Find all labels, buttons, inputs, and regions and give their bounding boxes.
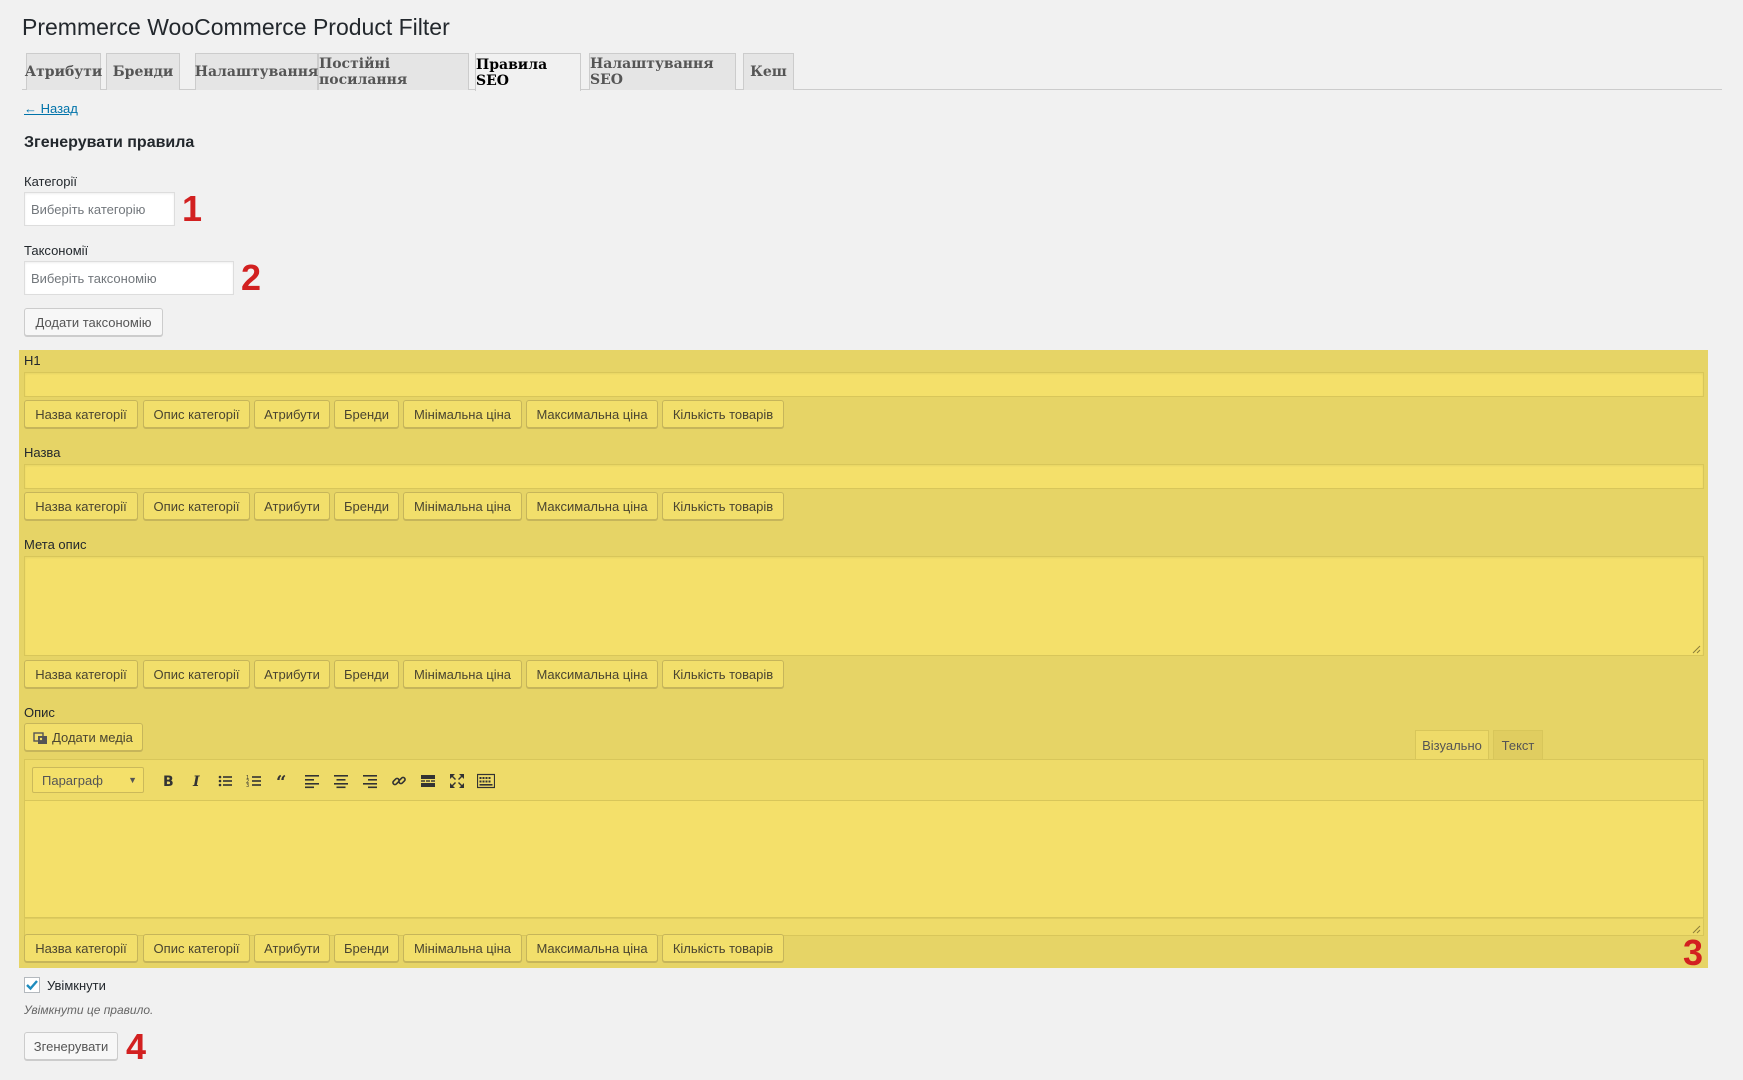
enable-description: Увімкнути це правило. (24, 1003, 154, 1017)
blockquote-icon[interactable]: “ (271, 769, 295, 793)
tag-category-name-button[interactable]: Назва категорії (24, 934, 138, 962)
tag-brands-button[interactable]: Бренди (334, 660, 399, 688)
svg-text:B: B (163, 774, 174, 789)
tab-cache[interactable]: Кеш (743, 53, 794, 90)
enable-label: Увімкнути (47, 978, 106, 993)
tag-max-price-button[interactable]: Максимальна ціна (526, 492, 658, 520)
visual-tab[interactable]: Візуально (1415, 730, 1489, 759)
meta-description-textarea[interactable] (24, 556, 1704, 656)
add-taxonomy-button[interactable]: Додати таксономію (24, 308, 163, 336)
categories-input[interactable] (24, 192, 175, 226)
tag-category-name-button[interactable]: Назва категорії (24, 400, 138, 428)
svg-text:I: I (192, 774, 200, 789)
tag-brands-button[interactable]: Бренди (334, 934, 399, 962)
annotation-2: 2 (241, 257, 262, 298)
tag-attributes-button[interactable]: Атрибути (254, 660, 330, 688)
categories-label: Категорії (24, 174, 77, 189)
page: Premmerce WooCommerce Product Filter Атр… (0, 0, 1743, 1080)
app-title: Premmerce WooCommerce Product Filter (22, 14, 450, 40)
tag-attributes-button[interactable]: Атрибути (254, 400, 330, 428)
align-left-icon[interactable] (300, 769, 324, 793)
tag-product-count-button[interactable]: Кількість товарів (662, 400, 784, 428)
enable-checkbox[interactable] (24, 977, 40, 993)
bold-icon[interactable]: B (156, 769, 180, 793)
add-media-icon (33, 732, 47, 744)
tag-product-count-button[interactable]: Кількість товарів (662, 934, 784, 962)
read-more-icon[interactable] (416, 769, 440, 793)
svg-text:3: 3 (246, 783, 249, 789)
tag-category-description-button[interactable]: Опис категорії (143, 934, 250, 962)
taxonomies-input[interactable] (24, 261, 234, 295)
tag-attributes-button[interactable]: Атрибути (254, 934, 330, 962)
link-icon[interactable] (387, 769, 411, 793)
tag-attributes-button[interactable]: Атрибути (254, 492, 330, 520)
editor-toolbar: Параграф ▼ B I 123 “ (24, 759, 1704, 801)
tag-category-description-button[interactable]: Опис категорії (143, 400, 250, 428)
paragraph-format-select[interactable]: Параграф ▼ (32, 767, 144, 793)
tag-max-price-button[interactable]: Максимальна ціна (526, 934, 658, 962)
checkmark-icon (26, 980, 38, 991)
tag-category-name-button[interactable]: Назва категорії (24, 660, 138, 688)
name-label: Назва (24, 445, 61, 460)
bulleted-list-icon[interactable] (213, 769, 237, 793)
tag-max-price-button[interactable]: Максимальна ціна (526, 400, 658, 428)
tag-category-description-button[interactable]: Опис категорії (143, 492, 250, 520)
description-editor[interactable] (24, 801, 1704, 918)
seo-fields-block: H1 Назва категорії Опис категорії Атрибу… (19, 350, 1708, 973)
generate-button[interactable]: Згенерувати (24, 1032, 118, 1060)
tab-seo-rules[interactable]: Правила SEO (475, 53, 581, 91)
resize-grip-icon[interactable] (1691, 644, 1701, 654)
h1-input[interactable] (24, 372, 1704, 397)
annotation-4: 4 (126, 1026, 147, 1067)
tag-min-price-button[interactable]: Мінімальна ціна (403, 400, 522, 428)
tab-seo-settings[interactable]: Налаштування SEO (589, 53, 736, 90)
name-input[interactable] (24, 464, 1704, 489)
meta-description-label: Мета опис (24, 537, 87, 552)
tag-max-price-button[interactable]: Максимальна ціна (526, 660, 658, 688)
tab-brands[interactable]: Бренди (106, 53, 180, 90)
tag-brands-button[interactable]: Бренди (334, 492, 399, 520)
add-media-label: Додати медіа (52, 729, 133, 745)
annotation-3: 3 (1683, 932, 1704, 973)
tab-settings[interactable]: Налаштування (195, 53, 318, 90)
tag-product-count-button[interactable]: Кількість товарів (662, 660, 784, 688)
tag-brands-button[interactable]: Бренди (334, 400, 399, 428)
back-link[interactable]: ← Назад (24, 101, 78, 116)
format-select-value: Параграф (42, 772, 103, 788)
add-media-button[interactable]: Додати медіа (24, 723, 143, 751)
taxonomies-label: Таксономії (24, 243, 89, 258)
tab-permalinks[interactable]: Постійні посилання (318, 53, 469, 90)
svg-text:“: “ (276, 773, 286, 789)
h1-label: H1 (24, 353, 41, 368)
description-label: Опис (24, 705, 55, 720)
tag-category-name-button[interactable]: Назва категорії (24, 492, 138, 520)
tag-product-count-button[interactable]: Кількість товарів (662, 492, 784, 520)
italic-icon[interactable]: I (184, 769, 208, 793)
fullscreen-icon[interactable] (445, 769, 469, 793)
tag-min-price-button[interactable]: Мінімальна ціна (403, 660, 522, 688)
text-tab[interactable]: Текст (1493, 730, 1543, 759)
align-right-icon[interactable] (358, 769, 382, 793)
align-center-icon[interactable] (329, 769, 353, 793)
toolbar-toggle-icon[interactable] (474, 769, 498, 793)
chevron-down-icon: ▼ (128, 775, 137, 785)
tab-bar: Атрибути Бренди Налаштування Постійні по… (22, 53, 1722, 91)
tag-min-price-button[interactable]: Мінімальна ціна (403, 492, 522, 520)
annotation-1: 1 (182, 188, 203, 229)
numbered-list-icon[interactable]: 123 (242, 769, 266, 793)
tag-category-description-button[interactable]: Опис категорії (143, 660, 250, 688)
tab-attributes[interactable]: Атрибути (25, 53, 102, 90)
section-title: Згенерувати правила (24, 134, 195, 151)
tag-min-price-button[interactable]: Мінімальна ціна (403, 934, 522, 962)
